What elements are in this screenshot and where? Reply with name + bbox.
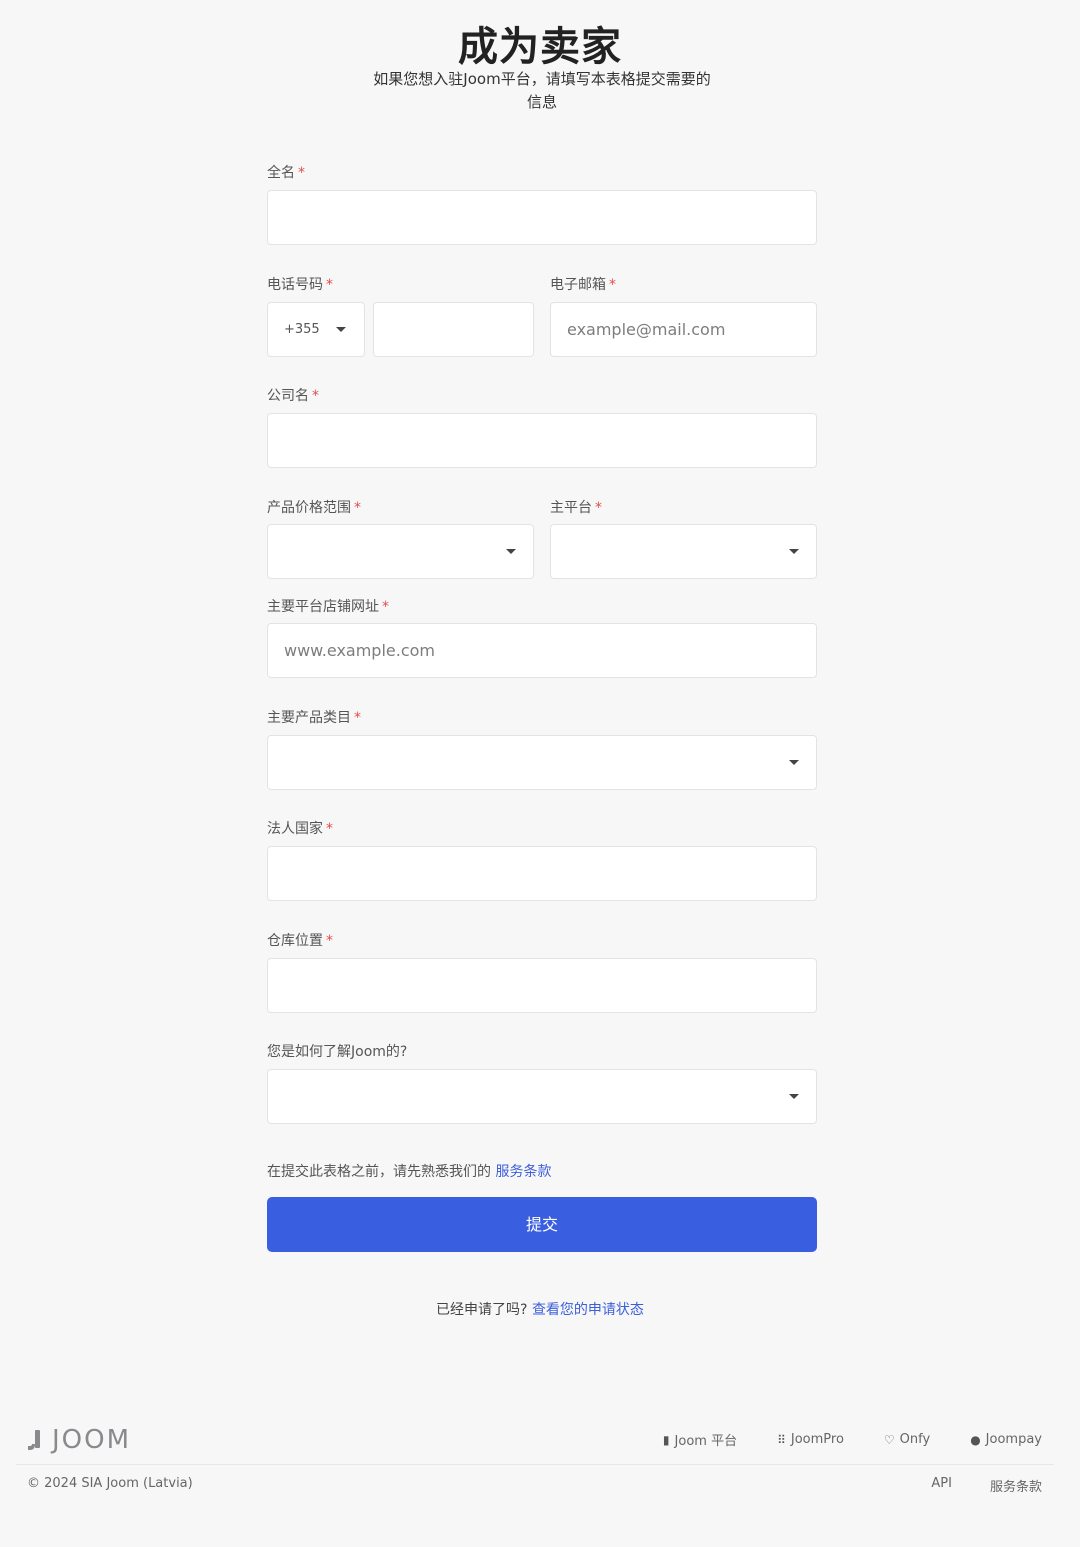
referral-select[interactable] — [267, 1069, 817, 1124]
main-platform-label: 主平台 * — [550, 500, 602, 516]
email-label: 电子邮箱 * — [550, 277, 616, 293]
footer-link-terms[interactable]: 服务条款 — [990, 1476, 1042, 1495]
page-title: 成为卖家 — [458, 24, 622, 70]
store-url-label: 主要平台店铺网址 * — [267, 599, 389, 615]
chevron-down-icon — [336, 327, 346, 332]
footer-link-joom-platform[interactable]: ▮ Joom 平台 — [662, 1430, 737, 1450]
email-input[interactable]: example@mail.com — [550, 302, 817, 357]
footer-divider — [16, 1464, 1054, 1465]
price-range-select[interactable] — [267, 524, 534, 579]
chevron-down-icon — [789, 549, 799, 554]
country-code-select[interactable]: +355 — [267, 302, 365, 357]
application-status-link[interactable]: 查看您的申请状态 — [532, 1302, 644, 1318]
submit-button[interactable]: 提交 — [267, 1197, 817, 1252]
footer-logo[interactable]: JOOM — [26, 1425, 131, 1455]
chevron-down-icon — [506, 549, 516, 554]
required-mark: * — [326, 277, 333, 293]
category-select[interactable] — [267, 735, 817, 790]
footer-logo-text: JOOM — [52, 1425, 132, 1455]
store-url-placeholder: www.example.com — [284, 641, 435, 660]
joompay-icon: ● — [970, 1432, 981, 1447]
required-mark: * — [298, 165, 305, 181]
joom-logo-icon — [28, 1430, 40, 1450]
legal-country-input[interactable] — [267, 846, 817, 901]
required-mark: * — [326, 821, 333, 837]
footer-link-onfy[interactable]: ♡ Onfy — [884, 1430, 930, 1449]
full-name-input[interactable] — [267, 190, 817, 245]
terms-notice: 在提交此表格之前，请先熟悉我们的 服务条款 — [267, 1164, 552, 1180]
footer-bottom-links: API 服务条款 — [931, 1476, 1042, 1495]
footer-link-api[interactable]: API — [931, 1476, 952, 1495]
joom-icon: ▮ — [662, 1432, 670, 1447]
heart-icon: ♡ — [883, 1432, 895, 1447]
application-status-line: 已经申请了吗? 查看您的申请状态 — [436, 1302, 644, 1318]
required-mark: * — [595, 500, 602, 516]
required-mark: * — [354, 500, 361, 516]
chevron-down-icon — [789, 760, 799, 765]
page-subtitle: 如果您想入驻Joom平台，请填写本表格提交需要的信息 — [373, 70, 711, 111]
phone-number-input[interactable] — [373, 302, 534, 357]
chevron-down-icon — [789, 1094, 799, 1099]
required-mark: * — [382, 599, 389, 615]
referral-label: 您是如何了解Joom的? — [267, 1044, 408, 1060]
warehouse-label: 仓库位置 * — [267, 933, 333, 949]
phone-label: 电话号码 * — [267, 277, 333, 293]
country-code-value: +355 — [284, 322, 320, 337]
store-url-input[interactable]: www.example.com — [267, 623, 817, 678]
company-input[interactable] — [267, 413, 817, 468]
footer-nav: ▮ Joom 平台 ⠿ JoomPro ♡ Onfy ● Joompay — [663, 1430, 1042, 1449]
price-range-label: 产品价格范围 * — [267, 500, 361, 516]
required-mark: * — [609, 277, 616, 293]
terms-link[interactable]: 服务条款 — [495, 1164, 551, 1180]
legal-country-label: 法人国家 * — [267, 821, 333, 837]
company-label: 公司名 * — [267, 388, 319, 404]
required-mark: * — [312, 388, 319, 404]
grid-dots-icon: ⠿ — [777, 1432, 786, 1447]
footer-link-joompro[interactable]: ⠿ JoomPro — [777, 1430, 844, 1449]
full-name-label: 全名 * — [267, 165, 305, 181]
warehouse-input[interactable] — [267, 958, 817, 1013]
copyright: © 2024 SIA Joom (Latvia) — [27, 1476, 193, 1491]
required-mark: * — [326, 933, 333, 949]
footer-link-joompay[interactable]: ● Joompay — [970, 1430, 1042, 1449]
main-platform-select[interactable] — [550, 524, 817, 579]
email-placeholder: example@mail.com — [567, 320, 726, 339]
required-mark: * — [354, 710, 361, 726]
category-label: 主要产品类目 * — [267, 710, 361, 726]
